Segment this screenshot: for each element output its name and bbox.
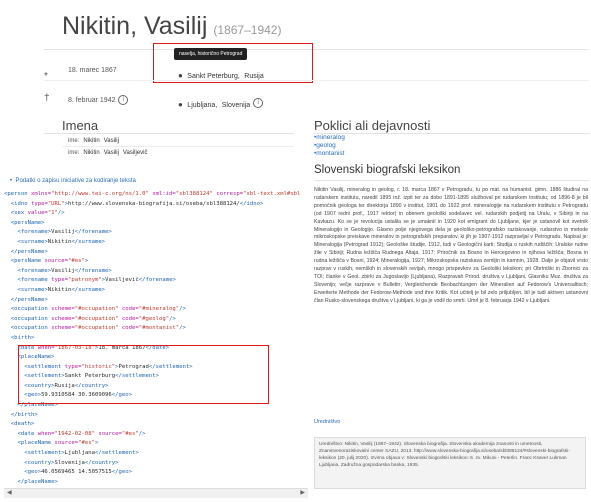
xml-line: <idno type="URL">http://www.slovenska-bi… xyxy=(10,200,264,207)
citation-box: Uredništvo: Nikitin, Vasilij (1867–1942)… xyxy=(314,437,586,489)
occupation-list: mineralog geolog montanist xyxy=(314,134,345,158)
occupation-item[interactable]: geolog xyxy=(314,142,345,150)
horizontal-scrollbar[interactable]: ◀ ▶ xyxy=(4,488,308,498)
xml-line: <settlement>Ljubljana</settlement> xyxy=(24,450,139,457)
row-divider xyxy=(62,146,294,147)
map-pin-icon: ● xyxy=(178,71,183,80)
xml-line: <occupation scheme="#occupation" code="#… xyxy=(10,315,176,322)
birth-country-link[interactable]: Rusija xyxy=(244,73,263,80)
xml-line: </placeName> xyxy=(17,478,58,485)
tei-toggle[interactable]: • Podatki o zapisu iniciative za kodiran… xyxy=(10,178,136,184)
xml-line: <occupation scheme="#occupation" code="#… xyxy=(10,306,186,313)
xml-line: <occupation scheme="#occupation" code="#… xyxy=(10,325,186,332)
death-cross-icon: † xyxy=(44,93,50,104)
editorial-link[interactable]: Uredništvo xyxy=(314,419,340,425)
xml-line: <person xmlns="http://www.tei-c.org/ns/1… xyxy=(4,191,301,197)
info-icon[interactable]: i xyxy=(253,97,264,108)
xml-line: <forename>Vasilij</forename> xyxy=(17,267,112,274)
death-date: 8. februar 1942 xyxy=(68,96,116,104)
death-place: ● Ljubljana, Slovenija i xyxy=(178,94,264,112)
xml-line: <surname>Nikitin</surname> xyxy=(17,286,106,293)
info-icon[interactable]: i xyxy=(118,95,129,105)
sbl-heading: Slovenski biografski leksikon xyxy=(314,164,461,176)
xml-line: <sex value="1"/> xyxy=(10,210,65,217)
xml-line: <date when="1942-02-08" source="#es"/> xyxy=(17,430,146,437)
xml-line: <persName> xyxy=(10,219,45,226)
name-row: ime: Nikitin Vasilij xyxy=(68,138,119,144)
death-place-link[interactable]: Ljubljana xyxy=(187,102,215,109)
bullet-icon: • xyxy=(10,178,13,184)
xml-line: <country>Slovenija</country> xyxy=(24,459,119,466)
xml-line: </persName> xyxy=(10,296,48,303)
occupation-item[interactable]: montanist xyxy=(314,150,345,158)
xml-line: <geo>46.0569465 14.5057515</geo> xyxy=(24,469,133,476)
row-divider xyxy=(44,80,589,81)
occupations-divider xyxy=(314,133,589,134)
person-years: (1867–1942) xyxy=(213,23,282,37)
occupation-item[interactable]: mineralog xyxy=(314,134,345,142)
header-divider xyxy=(44,49,589,50)
sbl-divider xyxy=(314,180,589,181)
sbl-article-text: Nikitin Vasilij, mineralog in geolog, r.… xyxy=(314,187,588,304)
occupations-heading: Poklici ali dejavnosti xyxy=(314,118,431,133)
birth-row: * xyxy=(44,66,48,84)
person-name: Nikitin, Vasilij xyxy=(62,12,208,40)
tei-xml-code: <person xmlns="http://www.tei-c.org/ns/1… xyxy=(4,190,309,486)
xml-line: <forename>Vasilij</forename> xyxy=(17,229,112,236)
xml-line: <death> xyxy=(10,421,35,428)
xml-line: <forename type="patronym">Vasiljevič</fo… xyxy=(17,277,176,284)
name-row: ime: Nikitin Vasilij Vasiljevič xyxy=(68,150,148,156)
death-date-wrap: 8. februar 1942 i xyxy=(68,95,129,105)
map-pin-icon: ● xyxy=(178,100,183,109)
xml-line: <surname>Nikitin</surname> xyxy=(17,238,106,245)
xml-line: </birth> xyxy=(10,411,38,418)
xml-line: </persName> xyxy=(10,248,48,255)
xml-line: <birth> xyxy=(10,334,35,341)
xml-line: <persName source="#es"> xyxy=(10,258,89,265)
names-divider xyxy=(44,133,294,134)
scroll-right-icon[interactable]: ▶ xyxy=(300,489,305,496)
xml-line: <placeName source="#es"> xyxy=(17,440,99,447)
names-heading: Imena xyxy=(62,118,99,133)
birth-place-link[interactable]: Sankt Peterburg xyxy=(187,73,238,80)
death-country-link[interactable]: Slovenija xyxy=(222,102,250,109)
birth-date: 18. marec 1867 xyxy=(68,67,117,74)
scroll-left-icon[interactable]: ◀ xyxy=(7,489,12,496)
page-title: Nikitin, Vasilij (1867–1942) xyxy=(62,12,281,41)
highlight-placename-box xyxy=(18,345,269,404)
